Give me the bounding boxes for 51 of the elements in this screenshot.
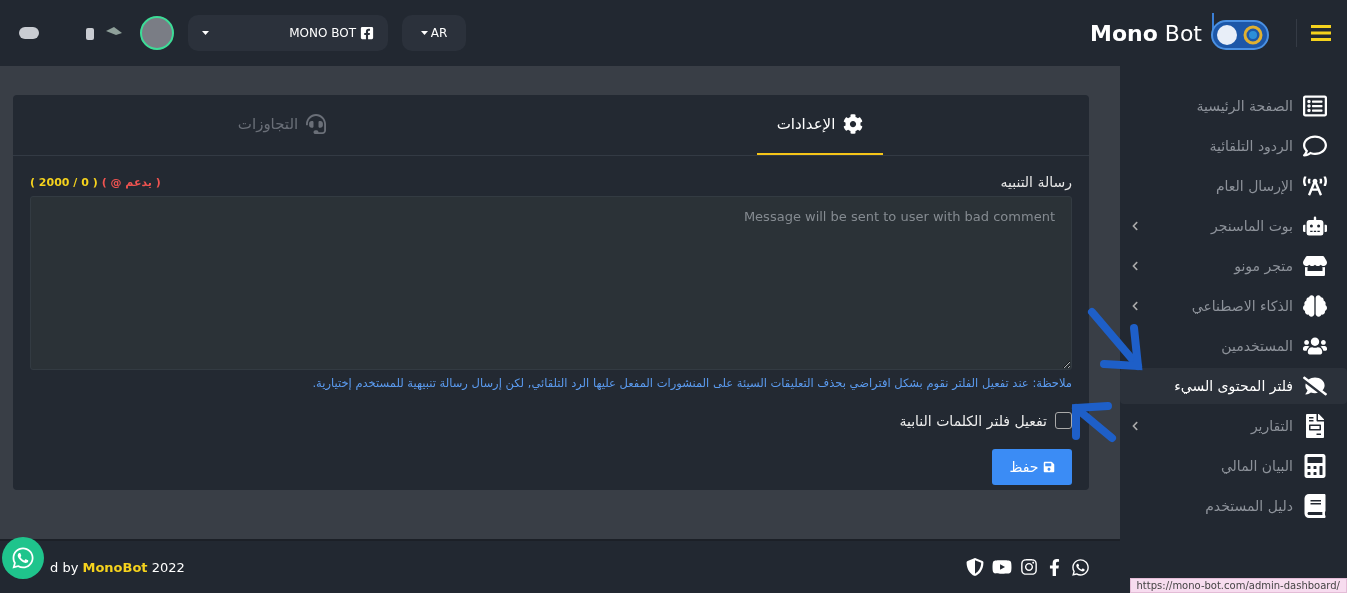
facebook-icon <box>360 26 374 40</box>
menu-icon <box>1311 25 1331 41</box>
checkbox[interactable] <box>1055 412 1072 429</box>
whatsapp-icon[interactable] <box>1071 557 1090 577</box>
calculator-icon <box>1303 454 1327 478</box>
settings-icon <box>843 114 864 134</box>
whatsapp-button[interactable] <box>2 537 44 579</box>
list-icon <box>1303 94 1327 118</box>
sidebar-item[interactable]: التقارير <box>1120 408 1347 444</box>
message-field[interactable]: Message will be sent to user with bad comment <box>30 196 1072 370</box>
status-url: https://mono-bot.com/admin-dashboard/ <box>1129 578 1347 593</box>
note-text: ملاحظة: عند تفعيل الفلتر نقوم بشكل افتراضي بحذف التعليقات السيئة على المنشورات المفعل عليها الرد التلقائي, لكن إرسال رسالة تنبيهية للمستخدم إختيارية. <box>311 376 1072 390</box>
store-icon <box>1303 254 1327 278</box>
report-icon <box>1303 414 1327 438</box>
user-avatar[interactable] <box>140 16 174 50</box>
broadcast-tower-icon <box>1303 174 1327 198</box>
sidebar-item[interactable]: الردود التلقائية <box>1120 128 1347 164</box>
sidebar-item[interactable]: متجر مونو <box>1120 248 1347 284</box>
youtube-icon[interactable] <box>992 557 1012 577</box>
sidebar-item[interactable]: دليل المستخدم <box>1120 488 1347 524</box>
mention-hint: ( يدعم @ ) <box>101 175 161 189</box>
caret-icon <box>420 31 428 35</box>
tab[interactable]: التجاوزات <box>217 95 347 155</box>
footer-credit: d by MonoBot 2022 <box>50 559 185 575</box>
speech-bubble-icon <box>1303 134 1327 158</box>
instagram-icon[interactable] <box>1020 558 1038 576</box>
device-icon[interactable] <box>18 26 40 40</box>
field-label: رسالة التنبيه <box>1000 174 1072 190</box>
checkbox-label: تفعيل فلتر الكلمات النابية <box>899 412 1047 429</box>
character-counter: ( 2000 / 0 ) <box>30 175 98 189</box>
robot-icon <box>1303 214 1327 238</box>
caret-icon <box>202 31 209 35</box>
shield-icon[interactable] <box>966 558 984 576</box>
sidebar-item[interactable]: الإرسال العام <box>1120 168 1347 204</box>
save-button[interactable]: حفظ <box>992 449 1072 485</box>
language-selector[interactable]: AR <box>402 15 466 51</box>
headset-icon <box>306 114 327 134</box>
save-icon <box>1042 461 1055 473</box>
sidebar-item[interactable]: فلتر المحتوى السيء <box>1120 368 1347 404</box>
logo-text: Mono Bot <box>1090 20 1202 46</box>
sidebar-item[interactable]: بوت الماسنجر <box>1120 208 1347 244</box>
comment-warning-icon <box>1303 374 1327 398</box>
page-selector[interactable]: MONO BOT <box>188 15 388 51</box>
sidebar-item[interactable]: البيان المالي <box>1120 448 1347 484</box>
sidebar-item[interactable]: المستخدمين <box>1120 328 1347 364</box>
menu-button[interactable] <box>1296 19 1331 47</box>
sidebar-item[interactable]: الصفحة الرئيسية <box>1120 88 1347 124</box>
user-guide-icon <box>1303 494 1327 518</box>
whatsapp-icon <box>11 546 35 570</box>
tab[interactable]: الإعدادات <box>756 95 884 155</box>
sidebar-item[interactable]: الذكاء الاصطناعي <box>1120 288 1347 324</box>
